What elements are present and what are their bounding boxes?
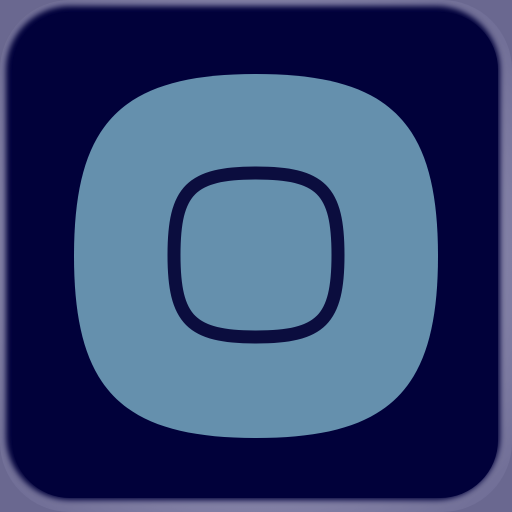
app-icon-graphic: [0, 0, 512, 512]
icon-tile: [74, 74, 438, 438]
app-icon[interactable]: [0, 0, 512, 512]
